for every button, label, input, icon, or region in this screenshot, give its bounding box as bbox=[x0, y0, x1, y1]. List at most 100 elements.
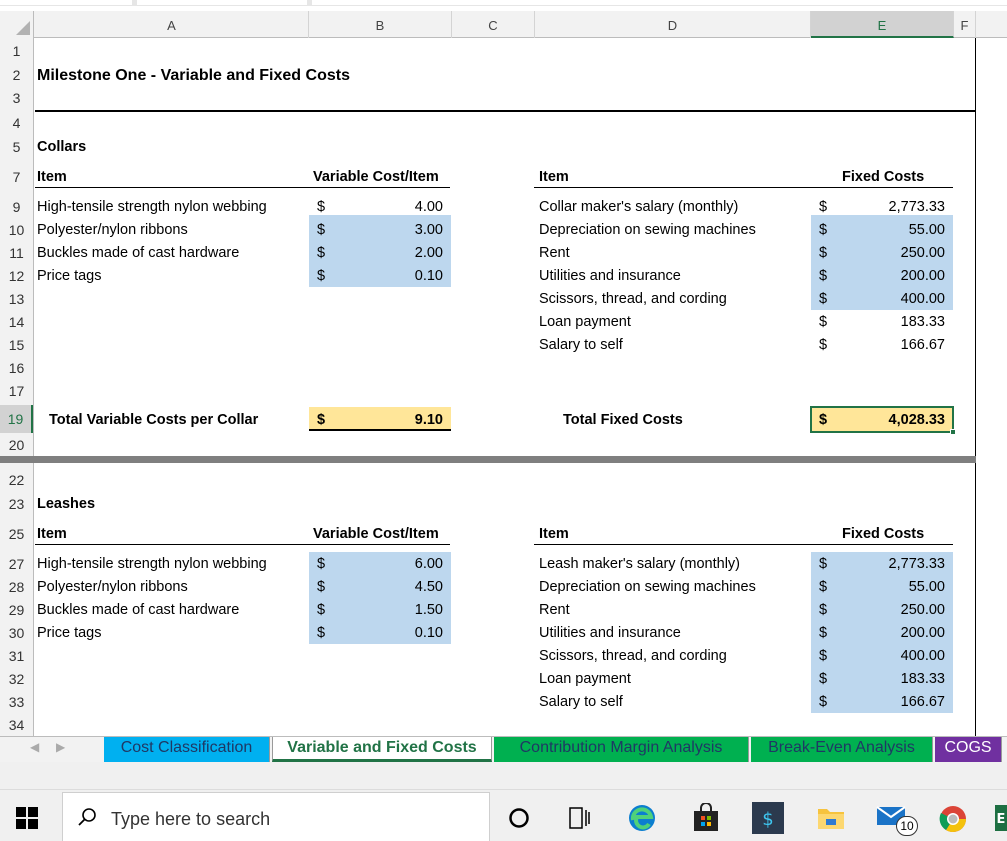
column-header-a[interactable]: A bbox=[35, 11, 309, 38]
row-header[interactable]: 28 bbox=[0, 580, 33, 594]
chrome-icon[interactable] bbox=[938, 804, 968, 839]
tab-scroll-left-icon[interactable]: ◀ bbox=[30, 740, 39, 754]
cell-number[interactable]: 183.33 bbox=[855, 671, 945, 688]
tab-variable-and-fixed-costs[interactable]: Variable and Fixed Costs bbox=[272, 737, 492, 762]
row-header[interactable]: 16 bbox=[0, 361, 33, 375]
store-icon[interactable] bbox=[692, 802, 720, 838]
cell-number[interactable]: 55.00 bbox=[855, 579, 945, 596]
row-header[interactable]: 25 bbox=[0, 527, 33, 541]
powershell-icon[interactable]: $ bbox=[752, 802, 784, 839]
cell-text[interactable]: Price tags bbox=[37, 268, 101, 285]
cell-number[interactable]: 0.10 bbox=[365, 625, 443, 642]
tab-break-even-analysis[interactable]: Break-Even Analysis bbox=[751, 737, 933, 762]
cell-text[interactable]: Utilities and insurance bbox=[539, 268, 681, 285]
cell-number[interactable]: 200.00 bbox=[855, 625, 945, 642]
cell-text[interactable]: Collar maker's salary (monthly) bbox=[539, 199, 738, 216]
worksheet-grid[interactable]: Milestone One - Variable and Fixed Costs… bbox=[0, 38, 1007, 736]
cell-number[interactable]: 250.00 bbox=[855, 245, 945, 262]
row-header[interactable]: 17 bbox=[0, 384, 33, 398]
tab-contribution-margin-analysis[interactable]: Contribution Margin Analysis bbox=[494, 737, 749, 762]
task-view-icon[interactable] bbox=[568, 806, 592, 835]
row-header[interactable]: 10 bbox=[0, 223, 33, 237]
row-header[interactable]: 1 bbox=[0, 44, 33, 58]
row-header[interactable]: 34 bbox=[0, 718, 33, 732]
column-header-e[interactable]: E bbox=[811, 11, 954, 38]
row-header[interactable]: 22 bbox=[0, 473, 33, 487]
cell-text[interactable]: Polyester/nylon ribbons bbox=[37, 222, 188, 239]
cell-number[interactable]: 183.33 bbox=[855, 314, 945, 331]
cell-text[interactable]: Loan payment bbox=[539, 671, 631, 688]
cell-number[interactable]: 2.00 bbox=[365, 245, 443, 262]
row-header[interactable]: 23 bbox=[0, 497, 33, 511]
column-header-c[interactable]: C bbox=[452, 11, 535, 38]
cell-number[interactable]: 4.50 bbox=[365, 579, 443, 596]
cell-number[interactable]: 3.00 bbox=[365, 222, 443, 239]
tab-cogs[interactable]: COGS bbox=[935, 737, 1002, 762]
windows-start-icon[interactable] bbox=[16, 807, 38, 834]
cell-text[interactable]: Polyester/nylon ribbons bbox=[37, 579, 188, 596]
cell-text[interactable]: Rent bbox=[539, 602, 570, 619]
fill-handle[interactable] bbox=[950, 429, 956, 435]
tab-scroll-right-icon[interactable]: ▶ bbox=[56, 740, 65, 754]
row-header[interactable]: 9 bbox=[0, 200, 33, 214]
row-header[interactable]: 7 bbox=[0, 170, 33, 184]
cell-number[interactable]: 2,773.33 bbox=[855, 556, 945, 573]
row-header[interactable]: 31 bbox=[0, 649, 33, 663]
taskbar-search-box[interactable]: Type here to search bbox=[62, 792, 490, 841]
cell-currency: $ bbox=[317, 556, 326, 572]
column-header-d[interactable]: D bbox=[535, 11, 811, 38]
cell-text[interactable]: Buckles made of cast hardware bbox=[37, 602, 239, 619]
tab-cost-classification[interactable]: Cost Classification bbox=[104, 737, 270, 762]
row-header[interactable]: 27 bbox=[0, 557, 33, 571]
row-header[interactable]: 2 bbox=[0, 68, 33, 82]
cell-number[interactable]: 0.10 bbox=[365, 268, 443, 285]
row-header[interactable]: 29 bbox=[0, 603, 33, 617]
cell-text[interactable]: Scissors, thread, and cording bbox=[539, 291, 727, 308]
cell-text[interactable]: High-tensile strength nylon webbing bbox=[37, 556, 267, 573]
row-header[interactable]: 30 bbox=[0, 626, 33, 640]
cell-text[interactable]: Leash maker's salary (monthly) bbox=[539, 556, 740, 573]
cell-number[interactable]: 55.00 bbox=[855, 222, 945, 239]
cell-number[interactable]: 6.00 bbox=[365, 556, 443, 573]
cell-text[interactable]: Depreciation on sewing machines bbox=[539, 579, 756, 596]
select-all-corner[interactable] bbox=[0, 11, 34, 38]
row-header[interactable]: 20 bbox=[0, 438, 33, 452]
cell-number[interactable]: 400.00 bbox=[855, 648, 945, 665]
row-header-selected[interactable]: 19 bbox=[0, 405, 33, 433]
row-header[interactable]: 32 bbox=[0, 672, 33, 686]
row-header[interactable]: 3 bbox=[0, 91, 33, 105]
cell-text[interactable]: Price tags bbox=[37, 625, 101, 642]
cell-number[interactable]: 400.00 bbox=[855, 291, 945, 308]
cell-number[interactable]: 2,773.33 bbox=[855, 199, 945, 216]
cell-text[interactable]: Scissors, thread, and cording bbox=[539, 648, 727, 665]
cell-number[interactable]: 166.67 bbox=[855, 694, 945, 711]
cell-text[interactable]: Salary to self bbox=[539, 337, 623, 354]
row-header[interactable]: 15 bbox=[0, 338, 33, 352]
row-header[interactable]: 33 bbox=[0, 695, 33, 709]
row-header[interactable]: 11 bbox=[0, 246, 33, 260]
cell-text[interactable]: Utilities and insurance bbox=[539, 625, 681, 642]
row-header[interactable]: 14 bbox=[0, 315, 33, 329]
cell-text[interactable]: Buckles made of cast hardware bbox=[37, 245, 239, 262]
cell-text[interactable]: Rent bbox=[539, 245, 570, 262]
column-header-b[interactable]: B bbox=[309, 11, 452, 38]
cell-text[interactable]: Depreciation on sewing machines bbox=[539, 222, 756, 239]
cell-text[interactable]: High-tensile strength nylon webbing bbox=[37, 199, 267, 216]
edge-icon[interactable] bbox=[627, 803, 657, 838]
cell-text[interactable]: Salary to self bbox=[539, 694, 623, 711]
cell-number[interactable]: 250.00 bbox=[855, 602, 945, 619]
row-header[interactable]: 13 bbox=[0, 292, 33, 306]
cell-text[interactable]: Loan payment bbox=[539, 314, 631, 331]
cell-number[interactable]: 166.67 bbox=[855, 337, 945, 354]
cortana-icon[interactable] bbox=[508, 807, 530, 834]
row-header[interactable]: 12 bbox=[0, 269, 33, 283]
row-header[interactable]: 4 bbox=[0, 116, 33, 130]
cell-number[interactable]: 1.50 bbox=[365, 602, 443, 619]
cell-number[interactable]: 4.00 bbox=[365, 199, 443, 216]
excel-icon[interactable]: E bbox=[995, 805, 1007, 836]
cell-number[interactable]: 200.00 bbox=[855, 268, 945, 285]
column-header-f[interactable]: F bbox=[954, 11, 976, 38]
cell-currency: $ bbox=[819, 199, 828, 215]
row-header[interactable]: 5 bbox=[0, 140, 33, 154]
file-explorer-icon[interactable] bbox=[817, 806, 845, 835]
